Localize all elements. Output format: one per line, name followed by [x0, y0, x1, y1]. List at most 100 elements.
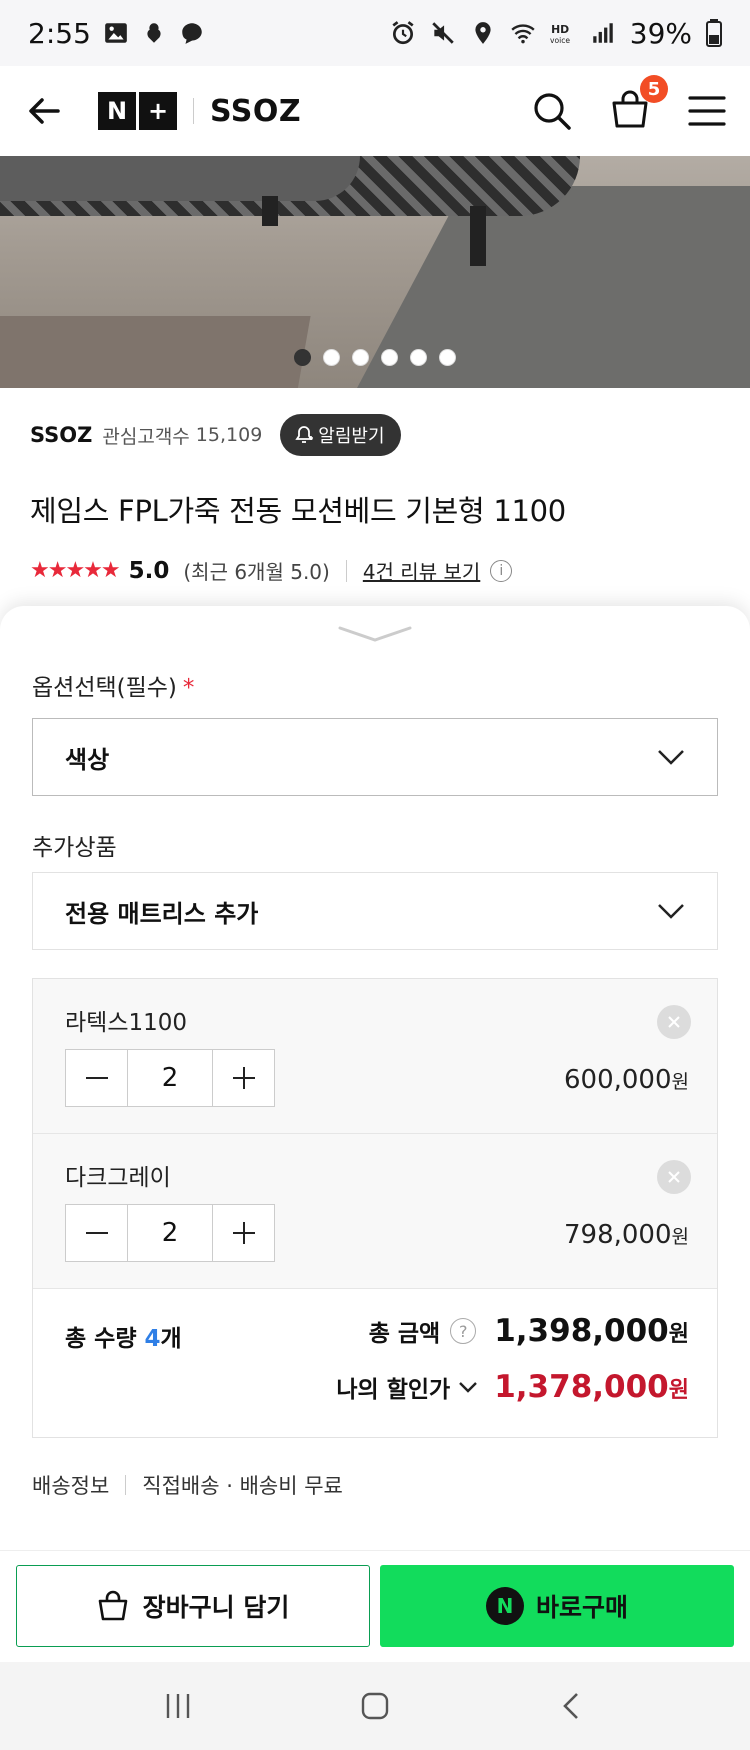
required-option-text: 옵션선택(필수)	[32, 675, 177, 701]
home-icon[interactable]	[360, 1691, 390, 1721]
close-icon	[668, 1016, 680, 1028]
seller-name[interactable]: SSOZ	[30, 423, 92, 447]
item-price: 600,000원	[564, 1065, 689, 1095]
selected-items-box: 라텍스1100 2 600,000원 다크그레이 2 798,000원 총 수량…	[32, 978, 718, 1438]
carousel-dot[interactable]	[410, 349, 427, 366]
svg-text:HD: HD	[551, 23, 569, 36]
discount-price: 1,378,000원	[494, 1369, 689, 1405]
carousel-dot[interactable]	[381, 349, 398, 366]
shopping-bag-icon	[98, 1590, 127, 1621]
total-amount-row: 총 금액 ? 1,398,000원	[369, 1313, 689, 1349]
remove-item-button[interactable]	[657, 1005, 691, 1039]
quantity-value[interactable]: 2	[127, 1205, 213, 1261]
hd-voice-icon: HDvoice	[550, 23, 570, 45]
image-sofa-leg	[262, 196, 278, 226]
review-link[interactable]: 4건 리뷰 보기	[363, 556, 480, 585]
gallery-icon	[105, 23, 127, 43]
chevron-down-icon	[459, 1382, 478, 1393]
notify-button[interactable]: 알림받기	[280, 414, 401, 456]
logo-n: N	[98, 92, 136, 130]
total-quantity-label: 총 수량	[65, 1326, 137, 1352]
cart-button[interactable]: 5	[610, 75, 668, 133]
plus-icon	[232, 1067, 255, 1089]
carousel-dot[interactable]	[294, 349, 311, 366]
logo-plus: +	[139, 92, 177, 130]
help-icon[interactable]: ?	[450, 1318, 477, 1344]
shipping-label: 배송정보	[32, 1474, 110, 1498]
chevron-down-icon	[658, 750, 684, 765]
carousel-dot[interactable]	[439, 349, 456, 366]
carousel-dot[interactable]	[323, 349, 340, 366]
sheet-collapse-handle-icon[interactable]	[338, 624, 412, 644]
discount-price-value: 1,378,000	[494, 1369, 669, 1405]
product-title: 제임스 FPL가죽 전동 모션베드 기본형 1100	[30, 494, 566, 528]
plus-icon	[232, 1222, 255, 1244]
store-name[interactable]: SSOZ	[210, 94, 301, 129]
color-select[interactable]: 색상	[32, 718, 718, 796]
chevron-down-icon	[658, 904, 684, 919]
alarm-icon	[392, 21, 414, 45]
shipping-value: 직접배송 · 배송비 무료	[142, 1474, 343, 1498]
add-to-cart-button[interactable]: 장바구니 담기	[16, 1565, 370, 1647]
notify-button-label: 알림받기	[318, 426, 385, 447]
app-notification-icon	[147, 23, 161, 43]
currency-unit: 원	[671, 1071, 689, 1093]
chat-bubble-icon	[182, 23, 202, 44]
shipping-divider	[125, 1475, 127, 1495]
item-price-value: 798,000	[563, 1220, 672, 1250]
required-option-label: 옵션선택(필수) *	[32, 668, 194, 702]
carousel-dot[interactable]	[352, 349, 369, 366]
back-arrow-icon[interactable]	[24, 91, 64, 131]
battery-level: 39%	[629, 16, 692, 50]
location-icon	[475, 22, 491, 44]
status-bar: 2:55 HD voice 39%	[0, 0, 750, 66]
back-icon[interactable]	[557, 1691, 587, 1721]
favorite-count-label: 관심고객수	[102, 425, 190, 448]
search-icon[interactable]	[532, 91, 572, 131]
minus-icon	[85, 1077, 108, 1079]
mute-icon	[432, 22, 454, 44]
currency-unit: 원	[668, 1378, 689, 1403]
remove-item-button[interactable]	[657, 1160, 691, 1194]
selected-item: 라텍스1100 2 600,000원	[33, 979, 717, 1134]
naver-plus-logo[interactable]: N +	[98, 92, 177, 130]
cart-count-badge: 5	[640, 75, 668, 103]
discount-price-row[interactable]: 나의 할인가 1,378,000원	[336, 1369, 689, 1405]
info-icon[interactable]: i	[490, 559, 513, 582]
recent-rating: (최근 6개월 5.0)	[183, 560, 330, 584]
item-price: 798,000원	[564, 1220, 689, 1250]
currency-unit: 원	[671, 1226, 689, 1248]
required-mark: *	[182, 675, 195, 701]
buy-now-button[interactable]: N 바로구매	[380, 1565, 734, 1647]
currency-unit: 원	[668, 1322, 689, 1347]
decrease-button[interactable]	[66, 1050, 127, 1106]
naver-pay-icon: N	[485, 1587, 524, 1625]
selected-item-name: 다크그레이	[65, 1165, 171, 1191]
increase-button[interactable]	[213, 1050, 274, 1106]
product-image-carousel[interactable]	[0, 156, 750, 388]
menu-icon[interactable]	[688, 95, 726, 127]
rating-divider	[345, 559, 347, 582]
quantity-stepper: 2	[65, 1049, 275, 1107]
quantity-stepper: 2	[65, 1204, 275, 1262]
add-to-cart-label: 장바구니 담기	[142, 1593, 290, 1622]
total-amount-label: 총 금액	[368, 1321, 441, 1347]
color-select-value: 색상	[65, 745, 110, 774]
decrease-button[interactable]	[66, 1205, 127, 1261]
header-divider	[193, 98, 194, 124]
favorite-count: 15,109	[195, 424, 263, 446]
extra-product-select[interactable]: 전용 매트리스 추가	[32, 872, 718, 950]
total-quantity: 총 수량 4개	[65, 1319, 182, 1353]
extra-product-label: 추가상품	[32, 835, 117, 861]
minus-icon	[85, 1232, 108, 1234]
buy-now-label: 바로구매	[535, 1593, 628, 1622]
quantity-value[interactable]: 2	[127, 1050, 213, 1106]
status-time: 2:55	[28, 16, 91, 50]
purchase-action-bar: 장바구니 담기 N 바로구매	[0, 1550, 750, 1662]
total-quantity-count: 4	[144, 1326, 161, 1352]
system-navigation-bar	[0, 1662, 750, 1750]
rating-score: 5.0	[128, 557, 170, 584]
recent-apps-icon[interactable]	[163, 1691, 193, 1721]
extra-product-select-value: 전용 매트리스 추가	[65, 899, 259, 928]
increase-button[interactable]	[213, 1205, 274, 1261]
